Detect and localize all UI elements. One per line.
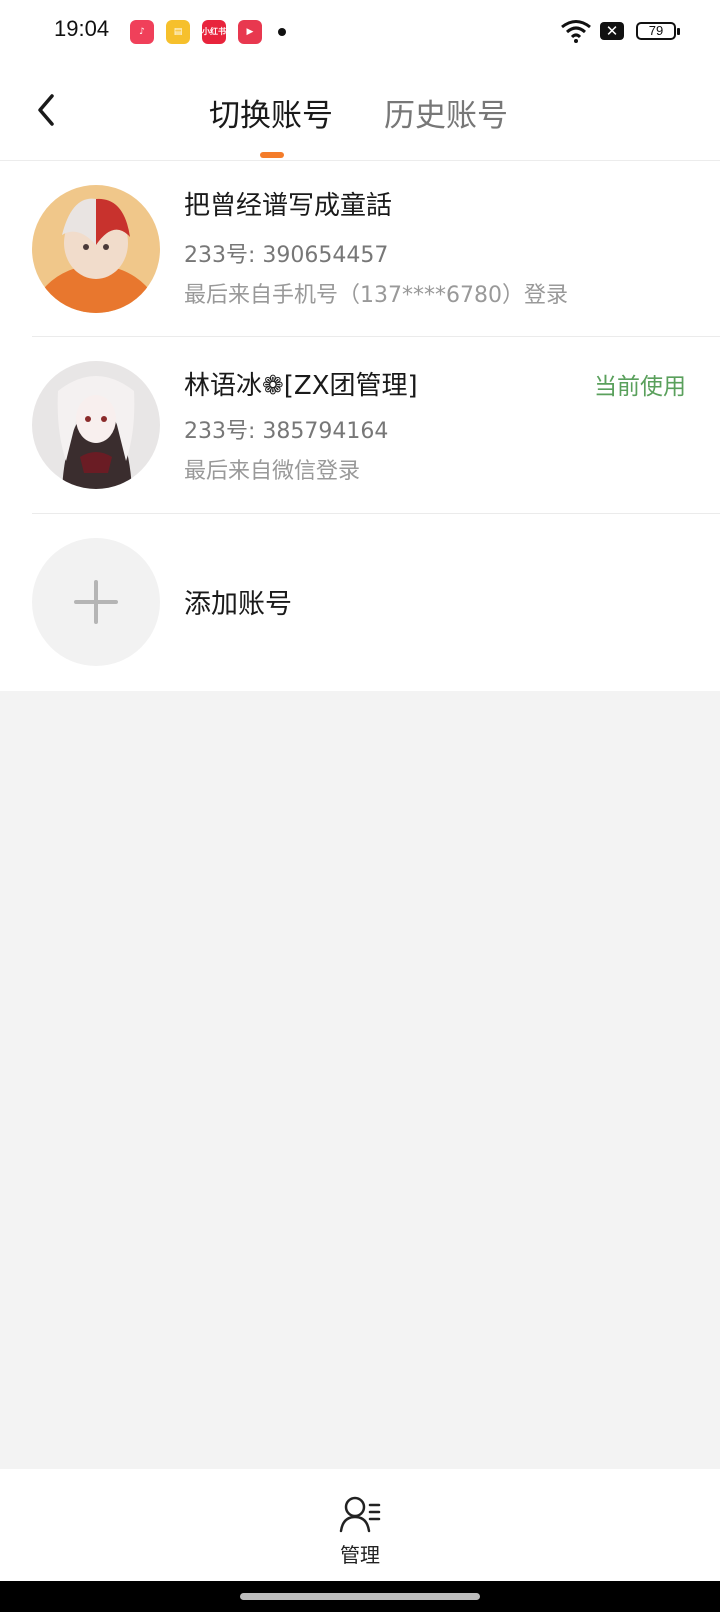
add-account-button[interactable] [32, 538, 160, 666]
manage-users-icon [339, 1496, 381, 1533]
xiaohongshu-icon: 小红书 [202, 20, 226, 44]
account-id: 233号: 385794164 [184, 419, 389, 444]
back-button[interactable] [28, 88, 68, 132]
status-time: 19:04 [54, 16, 110, 41]
wifi-icon [561, 20, 591, 43]
bottom-bar: 管理 [0, 1469, 720, 1581]
status-bar: 19:04 ♪ ▤ 小红书 ▶ ✕ 79 [0, 0, 720, 64]
add-account-row[interactable]: 添加账号 [0, 514, 720, 691]
account-header: 切换账号 历史账号 [0, 64, 720, 161]
account-row[interactable]: 把曾经谱写成童話 233号: 390654457 最后来自手机号（137****… [0, 161, 720, 337]
battery-icon: 79 [636, 22, 680, 40]
manage-label: 管理 [340, 1543, 380, 1567]
no-sim-icon: ✕ [600, 22, 624, 40]
video-icon: ▶ [238, 20, 262, 44]
account-name: 把曾经谱写成童話 [184, 191, 393, 221]
account-name: 林语冰❁[ZX团管理] [184, 371, 418, 401]
account-id: 233号: 390654457 [184, 243, 389, 268]
last-login-info: 最后来自手机号（137****6780）登录 [184, 283, 568, 308]
current-account-badge: 当前使用 [594, 374, 686, 400]
account-list: 把曾经谱写成童話 233号: 390654457 最后来自手机号（137****… [0, 161, 720, 691]
notes-icon: ▤ [166, 20, 190, 44]
system-nav-bar [0, 1581, 720, 1612]
notification-dot [278, 28, 286, 36]
music-icon: ♪ [130, 20, 154, 44]
home-indicator[interactable] [240, 1593, 480, 1600]
add-account-label: 添加账号 [184, 589, 292, 620]
account-row-current[interactable]: 林语冰❁[ZX团管理] 当前使用 233号: 385794164 最后来自微信登… [0, 337, 720, 514]
plus-icon [74, 580, 118, 624]
manage-button[interactable]: 管理 [320, 1489, 400, 1569]
avatar [32, 185, 160, 313]
tab-switch-account[interactable]: 切换账号 [209, 90, 333, 135]
avatar [32, 361, 160, 489]
tab-history-account[interactable]: 历史账号 [384, 90, 508, 135]
active-tab-indicator [260, 152, 284, 158]
last-login-info: 最后来自微信登录 [184, 459, 361, 484]
